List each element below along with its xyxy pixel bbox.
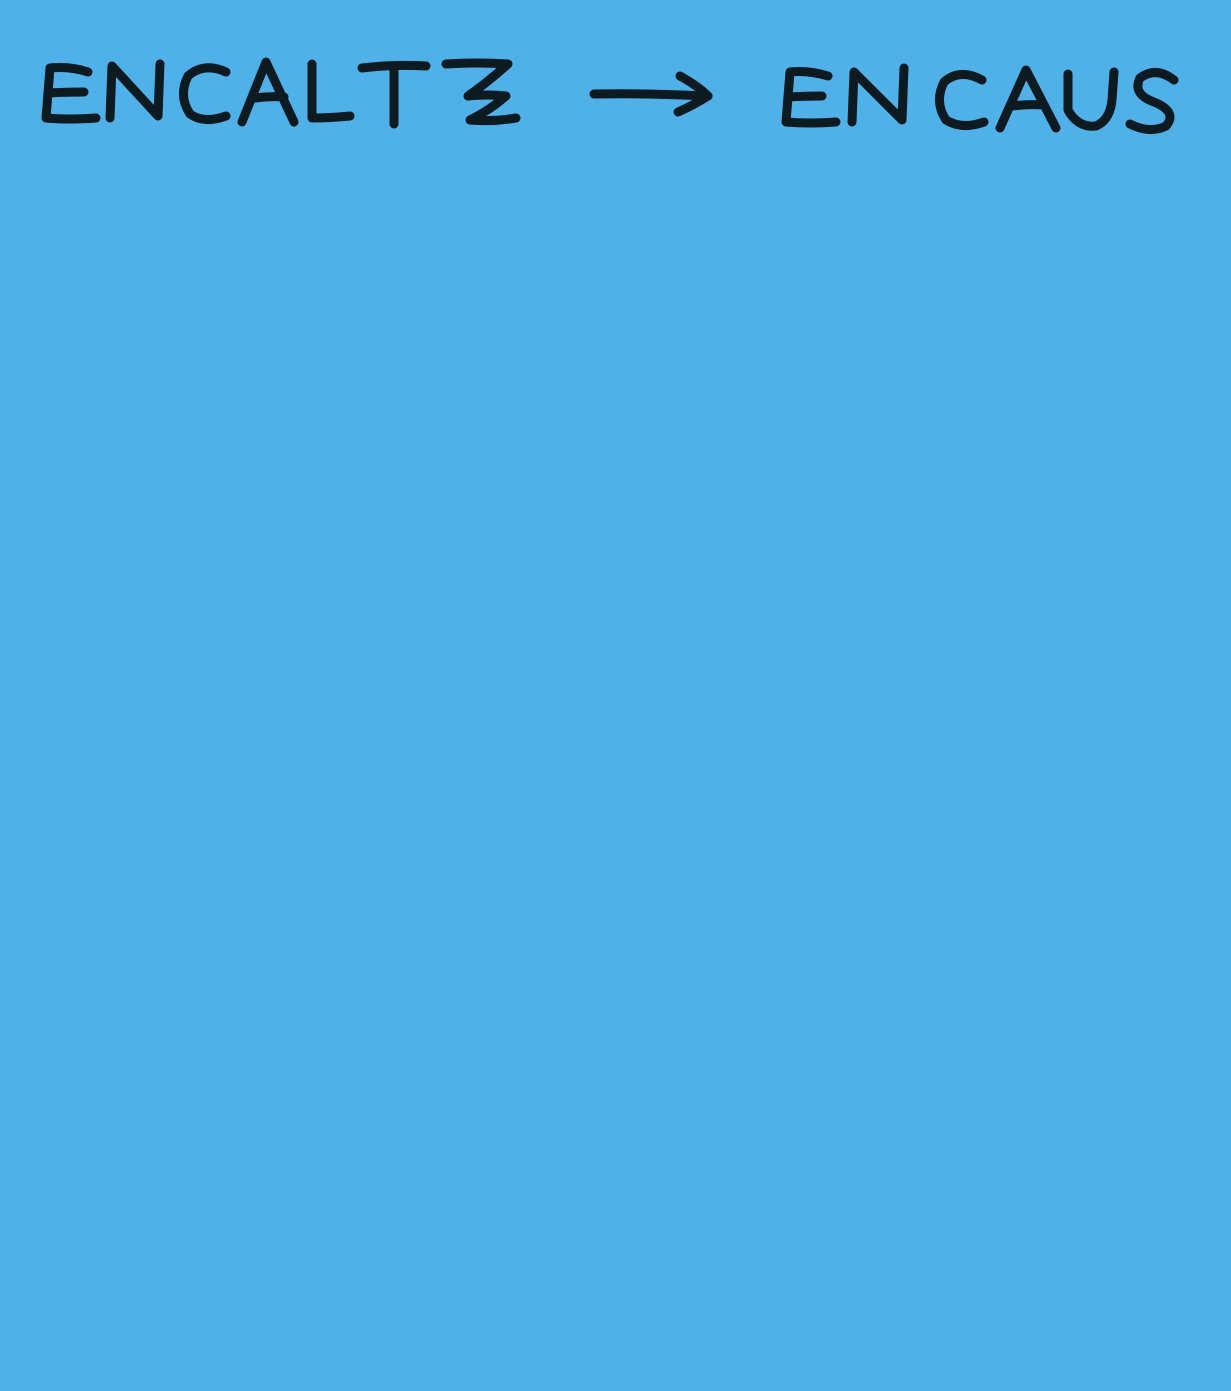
target-word-strokes [781,63,1179,134]
handwriting-svg [41,57,1179,134]
right-arrow-icon [589,71,713,117]
source-word-strokes [41,57,521,129]
sticky-note: ENCALTZ ENCAUS [0,0,1231,1391]
handwritten-line: ENCALTZ ENCAUS [0,0,1231,180]
